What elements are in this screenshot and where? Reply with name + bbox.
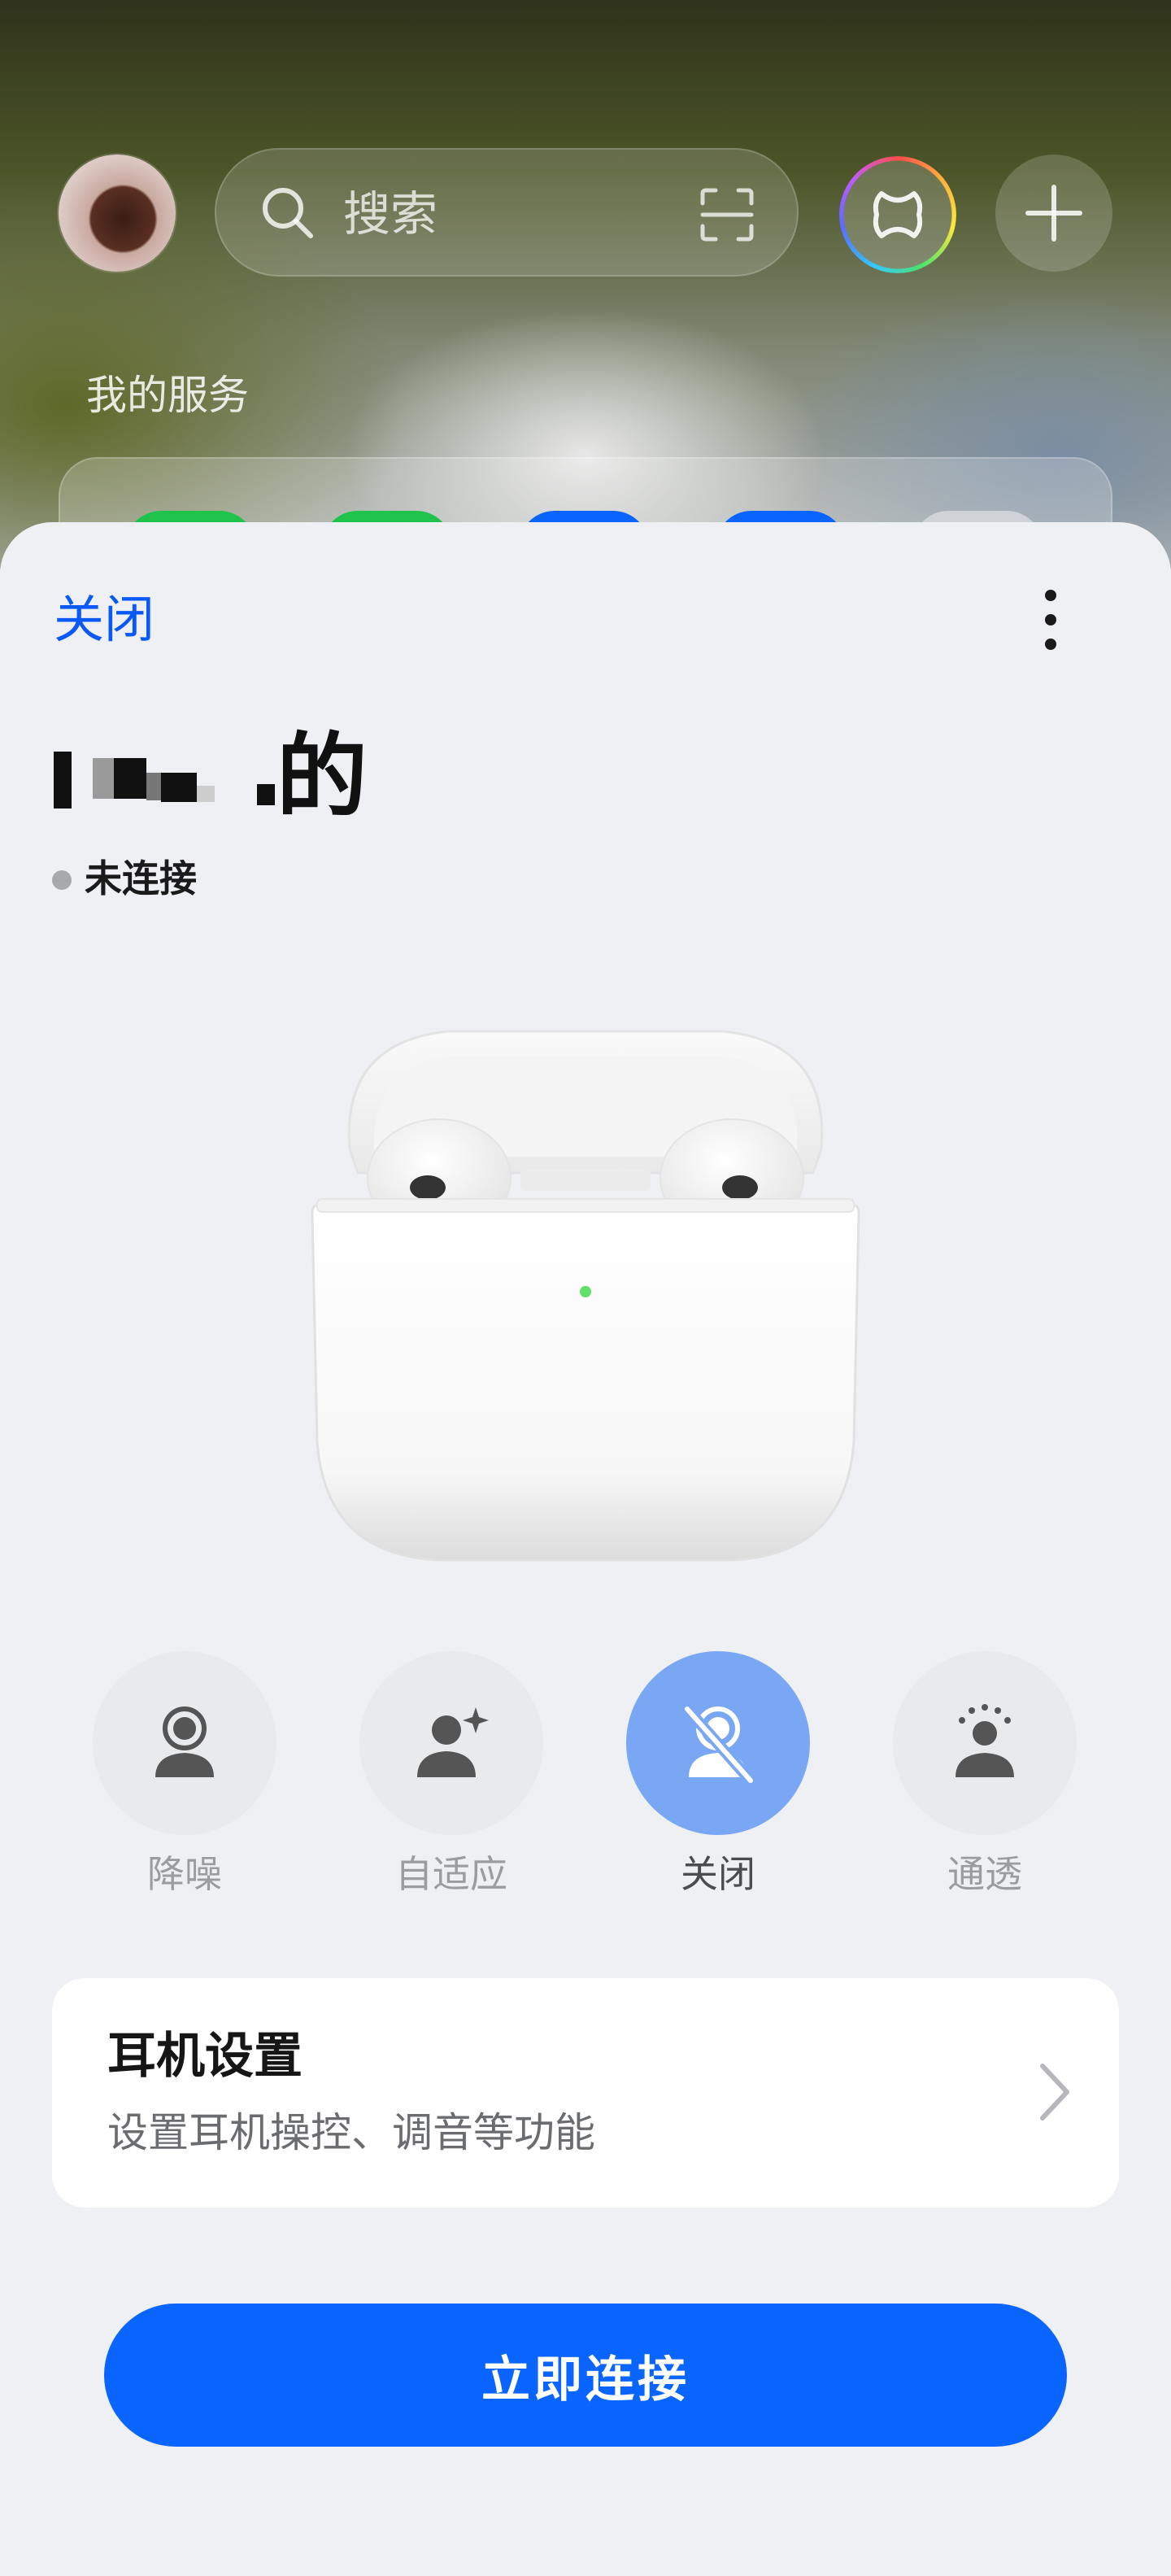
add-button[interactable] <box>995 155 1112 272</box>
avatar[interactable] <box>59 155 176 272</box>
earphone-settings-card[interactable]: 耳机设置 设置耳机操控、调音等功能 <box>52 1978 1119 2208</box>
adaptive-icon <box>417 1707 489 1777</box>
connect-now-button[interactable]: 立即连接 <box>104 2304 1067 2447</box>
mode-off[interactable]: 关闭 <box>626 1651 810 1898</box>
noise-cancel-icon <box>155 1706 214 1777</box>
mode-adaptive[interactable]: 自适应 <box>359 1651 543 1898</box>
chevron-right-icon <box>1040 2064 1069 2121</box>
mode-transparency[interactable]: 通透 <box>893 1651 1077 1898</box>
transparency-icon <box>956 1704 1014 1777</box>
search-placeholder: 搜索 <box>343 186 438 242</box>
earbuds-bottom-sheet: 关闭 的 未连接 <box>0 522 1171 2576</box>
more-options-icon[interactable] <box>1030 586 1072 654</box>
connection-status-dot <box>52 870 72 890</box>
settings-title: 耳机设置 <box>107 2028 303 2085</box>
ai-assistant-icon <box>873 191 923 238</box>
scan-icon[interactable] <box>698 185 756 244</box>
connection-status: 未连接 <box>85 856 197 900</box>
mode-transparency-label: 通透 <box>947 1852 1022 1896</box>
redacted-name-mosaic <box>54 752 275 809</box>
anc-off-icon <box>682 1705 755 1784</box>
my-services-title: 我的服务 <box>86 372 249 419</box>
search-icon <box>263 188 313 238</box>
mode-noise-cancel-label: 降噪 <box>147 1852 222 1896</box>
device-name: 的 <box>276 724 369 830</box>
earbuds-case-image <box>311 1030 860 1562</box>
mode-noise-cancel[interactable]: 降噪 <box>93 1651 276 1898</box>
search-bar[interactable]: 搜索 <box>215 148 799 277</box>
mode-off-label: 关闭 <box>681 1852 755 1896</box>
plus-icon <box>1025 185 1082 242</box>
settings-subtitle: 设置耳机操控、调音等功能 <box>107 2109 595 2156</box>
close-button[interactable]: 关闭 <box>54 591 155 649</box>
mode-adaptive-label: 自适应 <box>395 1852 507 1896</box>
